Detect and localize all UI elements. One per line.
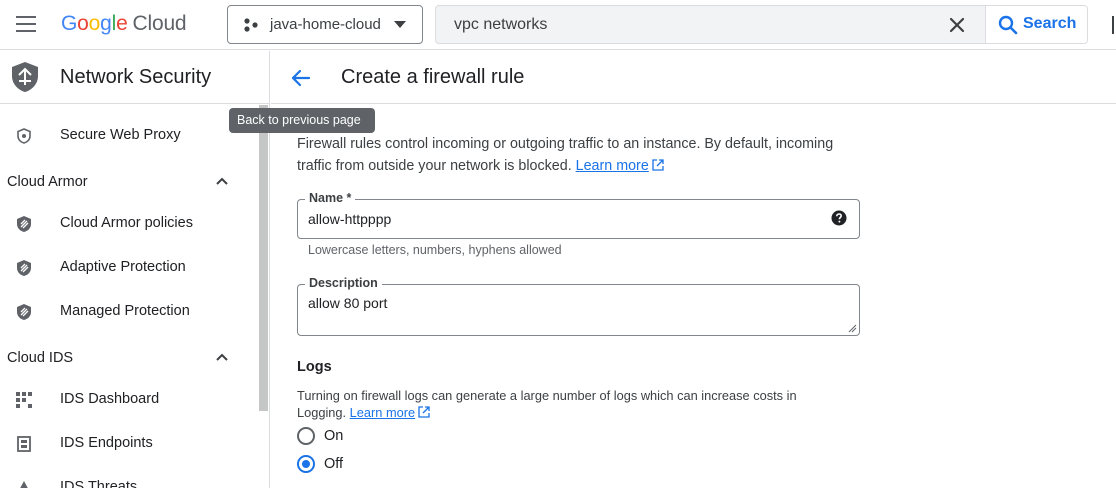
sidebar-item-ids-threats[interactable]: IDS Threats xyxy=(0,467,258,488)
back-arrow-icon[interactable] xyxy=(287,64,315,92)
network-security-icon xyxy=(12,62,38,92)
toolbar-divider xyxy=(1112,16,1114,34)
resize-handle-icon[interactable] xyxy=(848,324,857,333)
name-field[interactable]: Name * allow-httpppp xyxy=(297,191,860,239)
sidebar-item-label: IDS Threats xyxy=(60,479,138,488)
project-picker[interactable]: java-home-cloud xyxy=(227,5,423,44)
sidebar-item-managed-protection[interactable]: Managed Protection xyxy=(0,291,258,331)
sidebar-header: Network Security xyxy=(0,51,269,104)
search-input[interactable]: vpc networks xyxy=(454,16,547,34)
project-icon xyxy=(244,18,258,32)
shield-icon xyxy=(17,216,31,232)
page-header: Create a firewall rule xyxy=(271,51,1116,104)
external-link-icon xyxy=(652,159,664,171)
dashboard-icon xyxy=(16,392,32,408)
page-title: Create a firewall rule xyxy=(341,66,525,88)
name-input-value[interactable]: allow-httpppp xyxy=(308,211,391,227)
sidebar-title: Network Security xyxy=(60,66,212,88)
sidebar-item-label: Managed Protection xyxy=(60,303,190,319)
search-button-label: Search xyxy=(1023,15,1077,32)
radio-label: On xyxy=(324,428,344,444)
description-field-label: Description xyxy=(305,276,382,290)
logs-desc-line-2: Logging. xyxy=(297,405,347,420)
chevron-down-icon xyxy=(394,21,406,28)
close-icon[interactable] xyxy=(946,14,968,36)
sidebar-item-label: IDS Endpoints xyxy=(60,435,153,451)
description-input-value[interactable]: allow 80 port xyxy=(308,295,387,311)
intro-text: Firewall rules control incoming or outgo… xyxy=(297,133,857,177)
description-field[interactable]: Description allow 80 port xyxy=(297,276,860,336)
sidebar-item-label: Cloud Armor policies xyxy=(60,215,193,231)
back-tooltip: Back to previous page xyxy=(229,108,375,133)
name-field-hint: Lowercase letters, numbers, hyphens allo… xyxy=(308,243,562,257)
project-name: java-home-cloud xyxy=(270,16,381,33)
search-icon xyxy=(998,15,1018,35)
learn-more-link[interactable]: Learn more xyxy=(576,158,649,174)
radio-circle xyxy=(297,455,315,473)
logs-off-radio[interactable]: Off xyxy=(297,454,417,476)
sidebar-group-cloud-ids[interactable]: Cloud IDS xyxy=(0,340,258,376)
search-bar: vpc networks Search xyxy=(435,5,1088,44)
logs-desc-line-1: Turning on firewall logs can generate a … xyxy=(297,388,797,403)
sidebar-scrollbar[interactable] xyxy=(259,105,268,411)
proxy-icon xyxy=(17,128,31,144)
radio-label: Off xyxy=(324,456,344,472)
sidebar-item-ids-dashboard[interactable]: IDS Dashboard xyxy=(0,379,258,419)
logs-on-radio[interactable]: On xyxy=(297,426,417,448)
chevron-up-icon xyxy=(216,353,228,361)
shield-icon xyxy=(17,260,31,276)
sidebar-item-label: Secure Web Proxy xyxy=(60,127,181,143)
chevron-up-icon xyxy=(216,177,228,185)
logs-learn-more-link[interactable]: Learn more xyxy=(350,405,415,420)
main-menu-icon[interactable] xyxy=(16,16,36,32)
sidebar-item-label: Adaptive Protection xyxy=(60,259,186,275)
top-bar: Google Cloud java-home-cloud vpc networks… xyxy=(0,0,1116,50)
external-link-icon xyxy=(418,406,430,418)
logs-section-title: Logs xyxy=(297,359,332,375)
shield-icon xyxy=(17,304,31,320)
radio-circle xyxy=(297,427,315,445)
intro-line-1: Firewall rules control incoming or outgo… xyxy=(297,136,834,152)
threat-icon xyxy=(20,481,28,488)
sidebar-item-ids-endpoints[interactable]: IDS Endpoints xyxy=(0,423,258,463)
sidebar-group-label: Cloud IDS xyxy=(7,350,74,366)
endpoint-icon xyxy=(17,436,31,452)
sidebar-item-cloud-armor-policies[interactable]: Cloud Armor policies xyxy=(0,203,258,243)
search-button[interactable]: Search xyxy=(985,6,1087,43)
google-cloud-logo[interactable]: Google Cloud xyxy=(61,12,187,36)
sidebar-item-adaptive-protection[interactable]: Adaptive Protection xyxy=(0,247,258,287)
main-content: Create a firewall rule Firewall rules co… xyxy=(271,51,1116,488)
sidebar-group-cloud-armor[interactable]: Cloud Armor xyxy=(0,164,258,200)
help-icon[interactable] xyxy=(831,210,847,226)
sidebar-group-label: Cloud Armor xyxy=(7,174,88,190)
sidebar-item-secure-web-proxy[interactable]: Secure Web Proxy xyxy=(0,115,258,155)
logs-description: Turning on firewall logs can generate a … xyxy=(297,387,837,421)
sidebar-item-label: IDS Dashboard xyxy=(60,391,160,407)
name-field-label: Name * xyxy=(305,191,356,205)
intro-line-2: traffic from outside your network is blo… xyxy=(297,158,572,174)
